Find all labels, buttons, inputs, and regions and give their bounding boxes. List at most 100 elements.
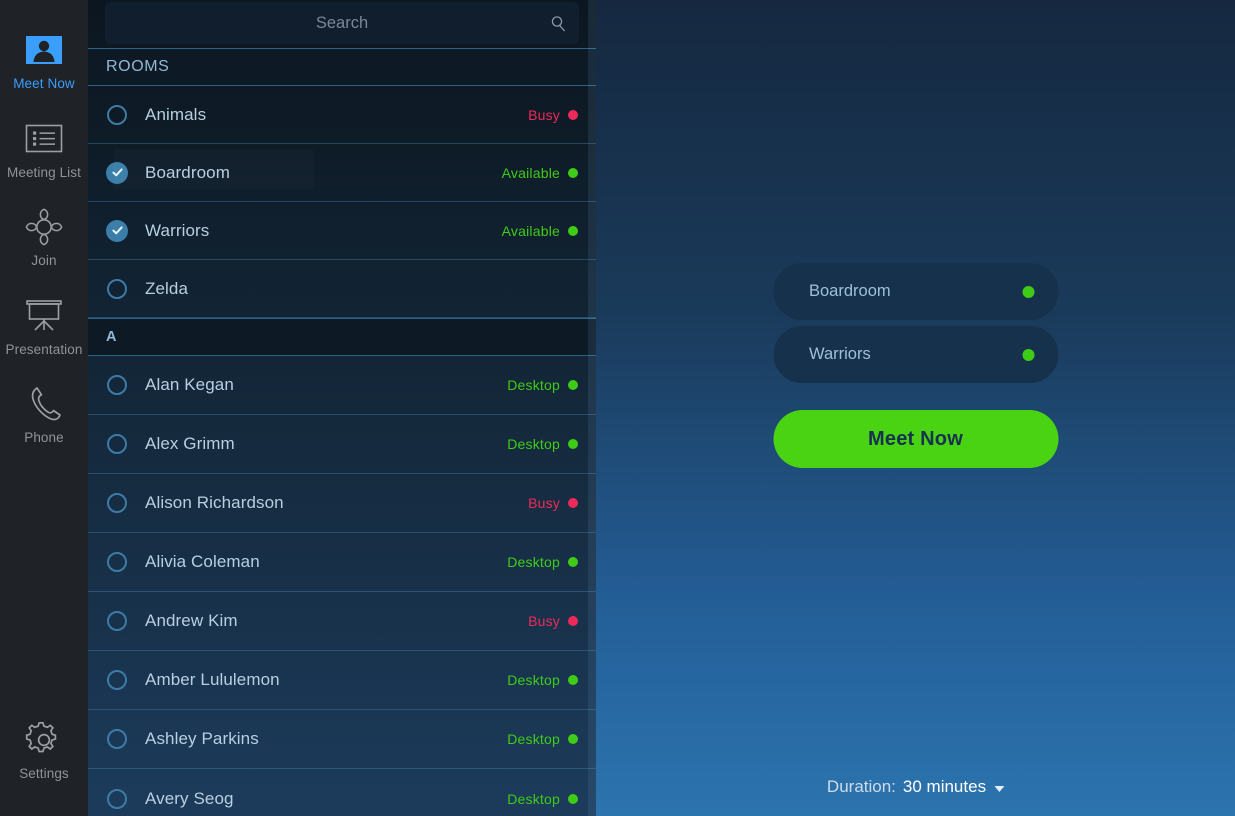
contact-row[interactable]: Andrew Kim Busy: [88, 592, 596, 651]
status-label: Busy: [528, 613, 560, 629]
contact-name: Amber Lululemon: [145, 670, 280, 689]
section-header: A: [88, 318, 596, 356]
contact-name: Alan Kegan: [145, 375, 234, 394]
selected-room-chip[interactable]: Boardroom: [773, 263, 1058, 320]
join-network-icon: [22, 207, 66, 247]
empty-circle-icon[interactable]: [106, 788, 128, 810]
nav-item-join[interactable]: Join: [0, 207, 88, 268]
contact-name: Avery Seog: [145, 788, 234, 808]
room-row[interactable]: Animals Busy: [88, 86, 596, 144]
contacts-list-panel: ROOMSAnimalsBusyBoardroomAvailableWarrio…: [88, 0, 596, 816]
room-name: Boardroom: [145, 162, 230, 182]
status-dot: [568, 109, 578, 120]
presentation-screen-icon: [22, 296, 66, 336]
search-input[interactable]: [105, 2, 579, 44]
checkmark-circle-icon[interactable]: [106, 219, 128, 242]
contact-name: Ashley Parkins: [145, 729, 259, 748]
contact-name: Alex Grimm: [145, 434, 235, 453]
room-row[interactable]: Warriors Available: [88, 202, 596, 260]
section-header: ROOMS: [88, 48, 596, 86]
status-label: Available: [501, 222, 560, 239]
checkmark-circle-icon[interactable]: [106, 161, 128, 184]
nav-item-label: Presentation: [5, 341, 83, 357]
status-label: Desktop: [507, 790, 560, 807]
status-dot: [568, 734, 578, 744]
room-row[interactable]: Boardroom Available: [88, 144, 596, 202]
duration-label: Duration:: [826, 777, 896, 796]
empty-circle-icon[interactable]: [106, 278, 128, 300]
chevron-down-icon[interactable]: [994, 785, 1005, 792]
selected-rooms-chips: Boardroom Warriors: [773, 263, 1058, 389]
nav-items: Meet Now Meeting List Join Presentation …: [0, 0, 88, 473]
nav-item-label: Settings: [19, 765, 69, 781]
contact-row[interactable]: Alison Richardson Busy: [88, 474, 596, 533]
nav-item-presentation[interactable]: Presentation: [0, 296, 88, 357]
nav-item-phone[interactable]: Phone: [0, 384, 88, 445]
nav-item-settings[interactable]: Settings: [0, 720, 88, 781]
room-name: Animals: [145, 104, 207, 124]
contact-row[interactable]: Avery Seog Desktop: [88, 769, 596, 816]
empty-circle-icon[interactable]: [106, 374, 128, 396]
search-icon[interactable]: [549, 14, 567, 32]
contact-name: Andrew Kim: [145, 611, 238, 630]
nav-item-label: Join: [31, 253, 57, 268]
stage-background: [596, 0, 1235, 816]
chip-status-dot: [1022, 348, 1034, 361]
empty-circle-icon[interactable]: [106, 551, 128, 573]
search-box[interactable]: [105, 2, 579, 44]
empty-circle-icon[interactable]: [106, 433, 128, 455]
duration-selector[interactable]: Duration: 30 minutes: [826, 777, 1005, 797]
status-label: Desktop: [507, 672, 560, 688]
empty-circle-icon[interactable]: [106, 610, 128, 632]
room-row[interactable]: Zelda: [88, 260, 596, 318]
meeting-stage: Boardroom Warriors Meet Now Duration: 30 …: [596, 0, 1235, 816]
contact-row[interactable]: Ashley Parkins Desktop: [88, 710, 596, 769]
nav-item-label: Meet Now: [13, 76, 75, 91]
nav-item-meeting-list[interactable]: Meeting List: [0, 119, 88, 180]
status-dot: [568, 616, 578, 626]
status-dot: [568, 675, 578, 685]
contact-row[interactable]: Amber Lululemon Desktop: [88, 651, 596, 710]
status-dot: [568, 380, 578, 390]
search-bar: [88, 0, 596, 48]
duration-value: 30 minutes: [902, 777, 987, 796]
empty-circle-icon[interactable]: [106, 669, 128, 691]
nav-item-meet-now[interactable]: Meet Now: [0, 30, 88, 91]
nav-item-label: Phone: [24, 430, 64, 445]
contact-row[interactable]: Alex Grimm Desktop: [88, 415, 596, 474]
empty-circle-icon[interactable]: [106, 104, 128, 126]
nav-item-label: Meeting List: [7, 164, 81, 180]
contact-name: Alison Richardson: [145, 493, 284, 512]
nav-rail: Meet Now Meeting List Join Presentation …: [0, 0, 88, 816]
chip-room-name: Boardroom: [809, 282, 891, 300]
status-dot: [568, 439, 578, 449]
chip-status-dot: [1022, 285, 1034, 298]
list-icon: [22, 119, 66, 159]
gear-icon: [22, 720, 66, 760]
list-body: ROOMS Animals Busy Boardroom Available Warrio…: [88, 48, 596, 816]
list-scrollbar[interactable]: [588, 0, 596, 816]
status-label: Desktop: [507, 377, 560, 393]
app-root: Meet Now Meeting List Join Presentation …: [0, 0, 1235, 816]
selected-room-chip[interactable]: Warriors: [773, 326, 1058, 383]
chip-room-name: Warriors: [809, 345, 871, 363]
contact-name: Alivia Coleman: [145, 552, 260, 571]
contact-row[interactable]: Alan Kegan Desktop: [88, 356, 596, 415]
status-label: Busy: [528, 106, 560, 123]
empty-circle-icon[interactable]: [106, 492, 128, 514]
room-name: Zelda: [145, 278, 189, 298]
status-label: Desktop: [507, 436, 560, 452]
empty-circle-icon[interactable]: [106, 728, 128, 750]
contact-row[interactable]: Alivia Coleman Desktop: [88, 533, 596, 592]
status-dot: [568, 557, 578, 567]
status-label: Desktop: [507, 731, 560, 747]
status-dot: [568, 793, 578, 804]
status-dot: [568, 498, 578, 508]
status-label: Available: [501, 164, 560, 181]
phone-handset-icon: [22, 384, 66, 424]
status-dot: [568, 225, 578, 236]
person-card-icon: [22, 30, 66, 70]
status-label: Desktop: [507, 554, 560, 570]
meet-now-button[interactable]: Meet Now: [773, 410, 1058, 468]
status-label: Busy: [528, 495, 560, 511]
